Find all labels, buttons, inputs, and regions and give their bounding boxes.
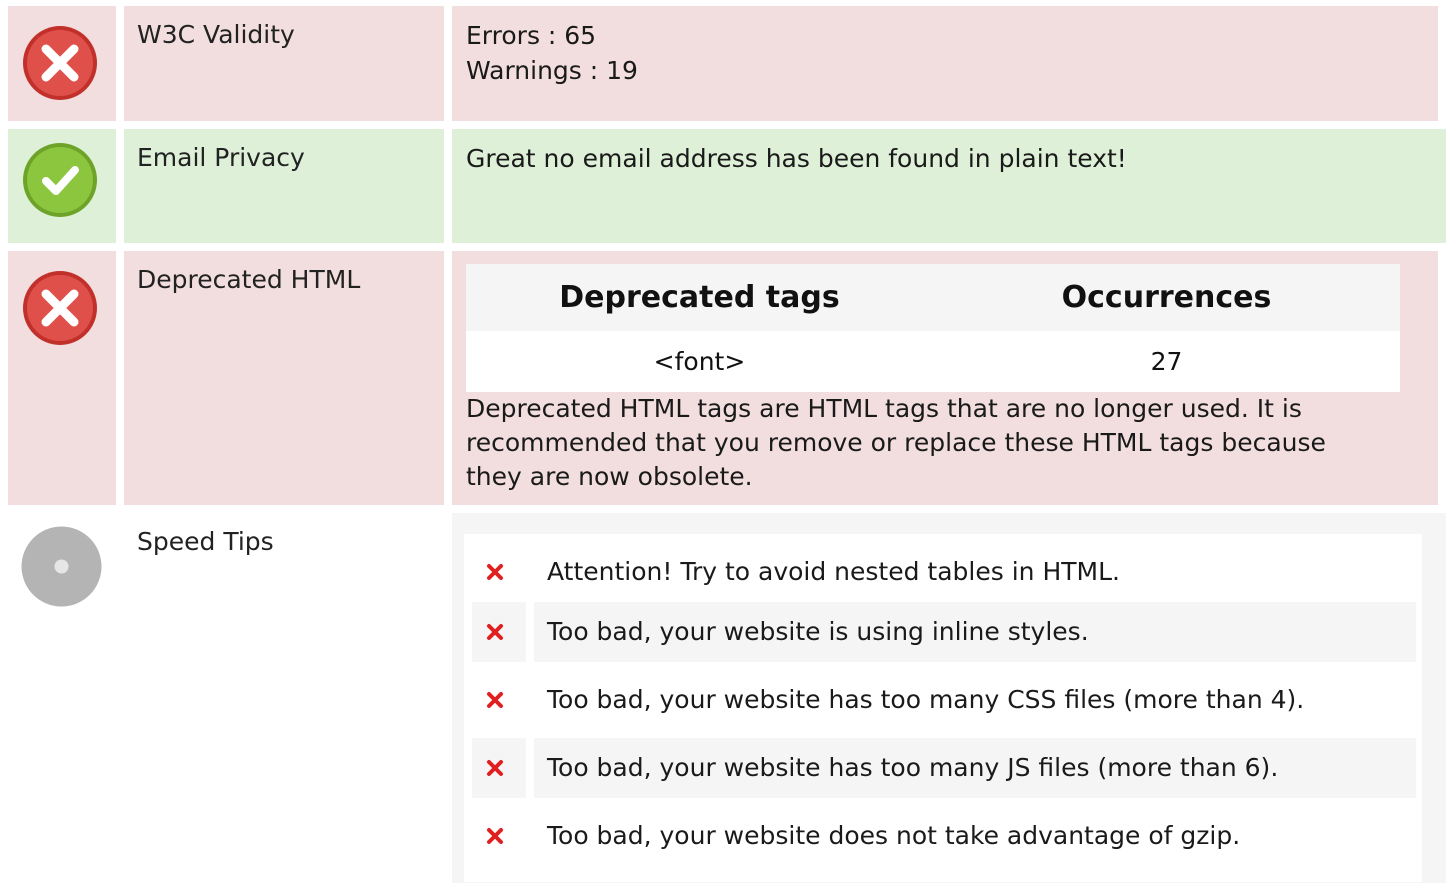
row-label-cell: Speed Tips	[124, 513, 444, 883]
row-label-cell: W3C Validity	[124, 6, 444, 121]
w3c-warnings: Warnings : 19	[466, 56, 638, 85]
close-x-icon	[487, 692, 503, 708]
row-email-privacy: Email Privacy Great no email address has…	[0, 129, 1448, 243]
row-label-cell: Email Privacy	[124, 129, 444, 243]
row-icon-cell	[8, 6, 116, 121]
row-label-cell: Deprecated HTML	[124, 251, 444, 505]
neutral-dot-icon	[21, 526, 102, 607]
row-deprecated-html: Deprecated HTML Deprecated tags Occurren…	[0, 251, 1448, 505]
w3c-errors: Errors : 65	[466, 21, 597, 50]
table-row: <font> 27	[466, 331, 1400, 392]
row-icon-cell	[8, 129, 116, 243]
row-label: Deprecated HTML	[137, 265, 361, 294]
row-label: Speed Tips	[137, 527, 274, 556]
tip-text: Attention! Try to avoid nested tables in…	[547, 557, 1120, 586]
error-x-icon	[22, 25, 98, 101]
row-label: Email Privacy	[137, 143, 305, 172]
close-x-icon	[487, 624, 503, 640]
deprecated-tags-table: Deprecated tags Occurrences <font> 27	[466, 264, 1400, 392]
list-item: Too bad, your website has too many CSS f…	[472, 670, 1416, 730]
list-item: Attention! Try to avoid nested tables in…	[472, 542, 1416, 602]
close-x-icon	[487, 760, 503, 776]
row-content-cell: Great no email address has been found in…	[452, 129, 1446, 243]
close-x-icon	[487, 828, 503, 844]
error-x-icon	[22, 270, 98, 346]
deprecated-description-line: Deprecated HTML tags are HTML tags that …	[466, 394, 1302, 423]
tip-icon-cell	[472, 738, 526, 798]
tip-text-cell: Too bad, your website has too many JS fi…	[534, 738, 1416, 798]
list-item: Too bad, your website is using inline st…	[472, 602, 1416, 662]
tip-text-cell: Attention! Try to avoid nested tables in…	[534, 542, 1416, 602]
table-header: Deprecated tags Occurrences	[466, 264, 1400, 331]
row-speed-tips: Speed Tips Attention! Try to avoid neste…	[0, 513, 1448, 883]
tip-text: Too bad, your website is using inline st…	[547, 617, 1089, 646]
column-header-occurrences: Occurrences	[1061, 280, 1272, 315]
deprecated-description-line: they are now obsolete.	[466, 462, 753, 491]
speed-tips-list: Attention! Try to avoid nested tables in…	[464, 534, 1422, 882]
row-icon-cell	[8, 251, 116, 505]
tip-text: Too bad, your website does not take adva…	[547, 821, 1241, 850]
deprecated-description-line: recommended that you remove or replace t…	[466, 428, 1326, 457]
tip-text: Too bad, your website has too many CSS f…	[547, 685, 1305, 714]
tip-text-cell: Too bad, your website has too many CSS f…	[534, 670, 1416, 730]
close-x-icon	[487, 564, 503, 580]
row-content-cell: Deprecated tags Occurrences <font> 27 De…	[452, 251, 1438, 505]
row-content-cell: Errors : 65 Warnings : 19	[452, 6, 1438, 121]
tip-text: Too bad, your website has too many JS fi…	[547, 753, 1279, 782]
email-message: Great no email address has been found in…	[466, 144, 1127, 173]
success-check-icon	[22, 142, 98, 218]
table-cell-tag: <font>	[653, 347, 746, 376]
column-header-tags: Deprecated tags	[559, 280, 840, 315]
tip-text-cell: Too bad, your website does not take adva…	[534, 806, 1416, 866]
tip-icon-cell	[472, 542, 526, 602]
table-cell-count: 27	[1150, 347, 1183, 376]
row-label: W3C Validity	[137, 20, 295, 49]
tip-icon-cell	[472, 806, 526, 866]
row-w3c-validity: W3C Validity Errors : 65 Warnings : 19	[0, 6, 1448, 121]
tip-icon-cell	[472, 602, 526, 662]
row-icon-cell	[8, 513, 116, 883]
list-item: Too bad, your website does not take adva…	[472, 806, 1416, 866]
list-item: Too bad, your website has too many JS fi…	[472, 738, 1416, 798]
tip-text-cell: Too bad, your website is using inline st…	[534, 602, 1416, 662]
tip-icon-cell	[472, 670, 526, 730]
row-content-cell: Attention! Try to avoid nested tables in…	[452, 513, 1446, 883]
